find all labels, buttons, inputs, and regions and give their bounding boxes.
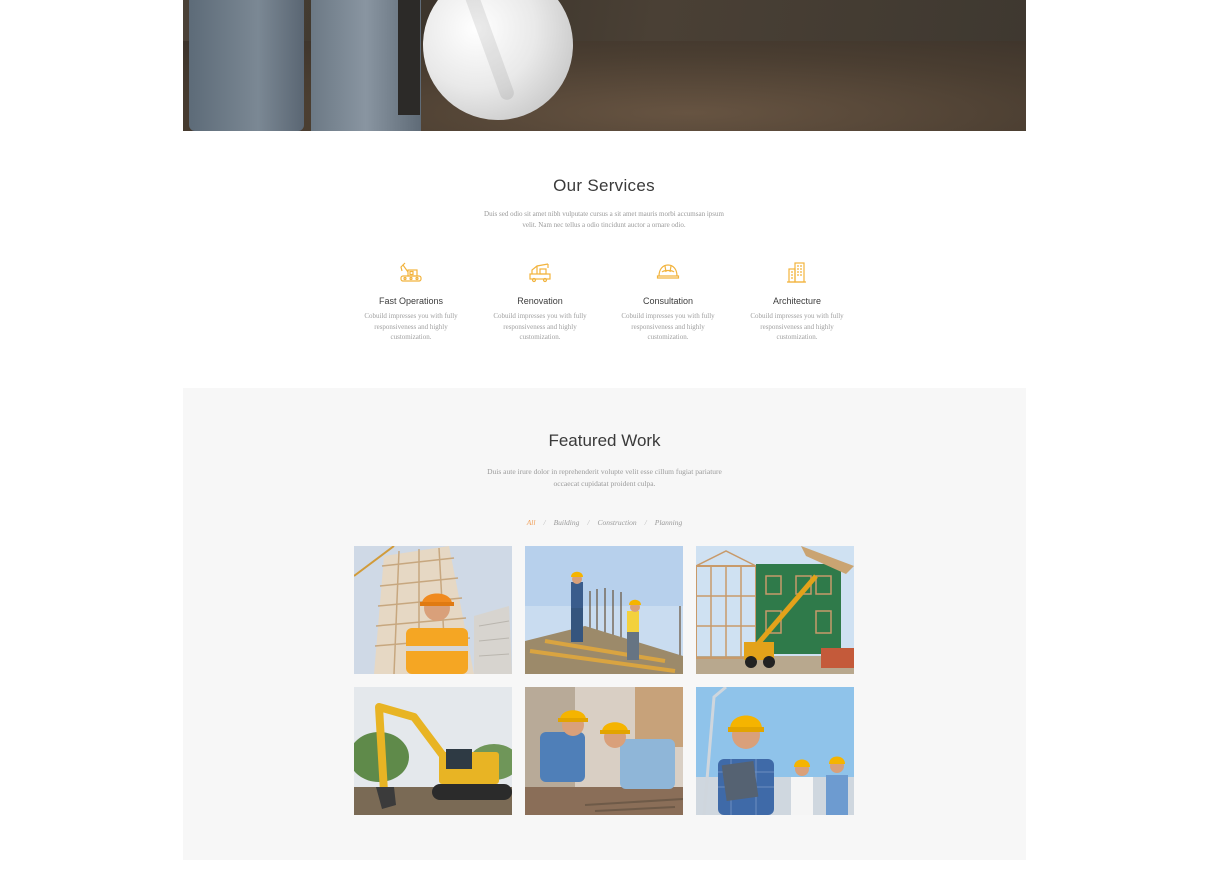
service-fast-operations[interactable]: Fast Operations Cobuild impresses you wi… <box>356 260 466 343</box>
gallery-item-engineer-tablet[interactable] <box>696 687 854 815</box>
crane-truck-icon <box>529 263 551 283</box>
hero-worker-leg <box>189 0 304 131</box>
service-desc: Cobuild impresses you with fully respons… <box>493 312 587 341</box>
hard-hat-icon <box>656 264 680 279</box>
service-name: Fast Operations <box>378 296 444 306</box>
services-subtitle: Duis sed odio sit amet nibh vulputate cu… <box>484 210 724 229</box>
page: Our Services Duis sed odio sit amet nibh… <box>0 0 1208 884</box>
service-name: Architecture <box>772 296 822 306</box>
gallery-item-excavator[interactable] <box>354 687 512 815</box>
portfolio-filters: All / Building / Construction / Planning <box>183 518 1026 527</box>
service-architecture[interactable]: Architecture Cobuild impresses you with … <box>742 260 852 343</box>
filter-construction[interactable]: Construction <box>596 518 639 527</box>
service-name: Renovation <box>517 296 563 306</box>
gallery-item-workers-rebar[interactable] <box>525 546 683 674</box>
workers-rebar-photo <box>525 546 683 674</box>
service-consultation[interactable]: Consultation Cobuild impresses you with … <box>613 260 723 343</box>
house-frame-photo <box>696 546 854 674</box>
featured-title: Featured Work <box>548 431 661 450</box>
filter-building[interactable]: Building <box>552 518 582 527</box>
gallery-item-worker-tower[interactable] <box>354 546 512 674</box>
service-desc: Cobuild impresses you with fully respons… <box>364 312 458 341</box>
service-desc: Cobuild impresses you with fully respons… <box>621 312 715 341</box>
filter-all[interactable]: All <box>525 518 538 527</box>
gallery-item-house-frame[interactable] <box>696 546 854 674</box>
service-name: Consultation <box>642 296 694 306</box>
featured-subtitle: Duis aute irure dolor in reprehenderit v… <box>487 467 722 488</box>
hero-tool-belt <box>398 0 420 115</box>
worker-tower-photo <box>354 546 512 674</box>
filter-planning[interactable]: Planning <box>653 518 685 527</box>
filter-separator: / <box>587 518 590 527</box>
excavator-icon <box>400 262 422 282</box>
filter-separator: / <box>644 518 647 527</box>
service-desc: Cobuild impresses you with fully respons… <box>750 312 844 341</box>
service-renovation[interactable]: Renovation Cobuild impresses you with fu… <box>485 260 595 343</box>
excavator-photo <box>354 687 512 815</box>
workers-bricks-photo <box>525 687 683 815</box>
hero-image <box>183 0 1026 131</box>
gallery-item-workers-bricks[interactable] <box>525 687 683 815</box>
filter-separator: / <box>543 518 546 527</box>
services-title: Our Services <box>553 176 655 195</box>
buildings-icon <box>787 262 806 283</box>
engineer-tablet-photo <box>696 687 854 815</box>
featured-work-section: Featured Work Duis aute irure dolor in r… <box>183 388 1026 860</box>
hero-ground <box>183 41 1026 131</box>
